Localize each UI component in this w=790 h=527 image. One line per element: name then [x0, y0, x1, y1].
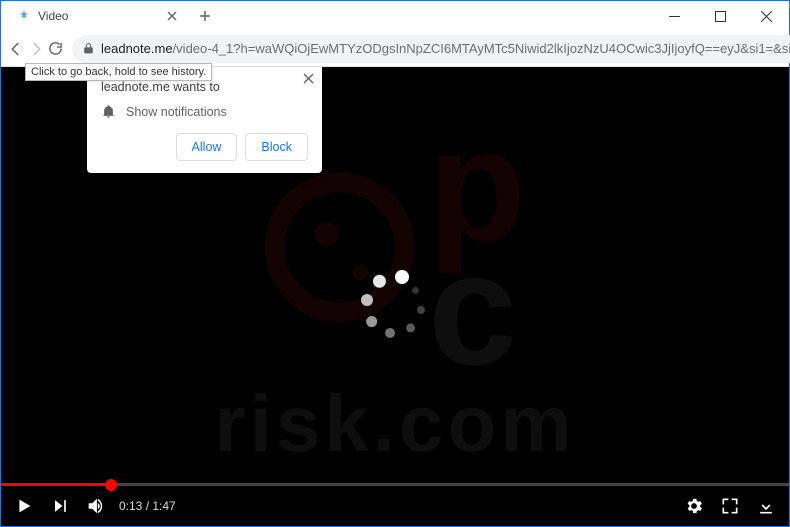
tab-close-button[interactable]: [165, 9, 179, 23]
settings-button[interactable]: [681, 493, 707, 519]
dialog-title: leadnote.me wants to: [101, 80, 308, 94]
tab-favicon: [17, 9, 31, 23]
address-bar[interactable]: leadnote.me/video-4_1?h=waWQiOjEwMTYzODg…: [72, 35, 790, 63]
block-button[interactable]: Block: [245, 133, 308, 161]
new-tab-button[interactable]: [191, 2, 219, 30]
window-controls: [651, 1, 789, 31]
window-titlebar: Video: [1, 1, 789, 31]
duration: 1:47: [152, 499, 175, 513]
video-time: 0:13 / 1:47: [119, 499, 176, 513]
browser-tab[interactable]: Video: [7, 1, 187, 31]
notification-permission-dialog: leadnote.me wants to Show notifications …: [87, 67, 322, 173]
back-button-tooltip: Click to go back, hold to see history.: [25, 63, 212, 81]
loading-spinner-icon: [365, 276, 425, 336]
browser-toolbar: leadnote.me/video-4_1?h=waWQiOjEwMTYzODg…: [1, 31, 789, 67]
download-button[interactable]: [753, 493, 779, 519]
window-maximize-button[interactable]: [697, 1, 743, 31]
forward-button[interactable]: [27, 34, 45, 64]
lock-icon: [82, 42, 95, 55]
next-button[interactable]: [47, 493, 73, 519]
url-text: leadnote.me/video-4_1?h=waWQiOjEwMTYzODg…: [101, 41, 790, 56]
volume-button[interactable]: [83, 493, 109, 519]
reload-button[interactable]: [47, 34, 64, 64]
page-content: pc risk.com leadnote.me wants to Show no…: [1, 67, 789, 526]
back-button[interactable]: [7, 34, 25, 64]
current-time: 0:13: [119, 499, 142, 513]
bell-icon: [101, 104, 116, 119]
watermark-text: risk.com: [214, 378, 575, 470]
permission-label: Show notifications: [126, 105, 227, 119]
allow-button[interactable]: Allow: [176, 133, 238, 161]
tab-title: Video: [38, 9, 165, 23]
dialog-close-button[interactable]: [303, 73, 314, 84]
video-controls: 0:13 / 1:47: [1, 486, 789, 526]
window-close-button[interactable]: [743, 1, 789, 31]
play-button[interactable]: [11, 493, 37, 519]
fullscreen-button[interactable]: [717, 493, 743, 519]
window-minimize-button[interactable]: [651, 1, 697, 31]
